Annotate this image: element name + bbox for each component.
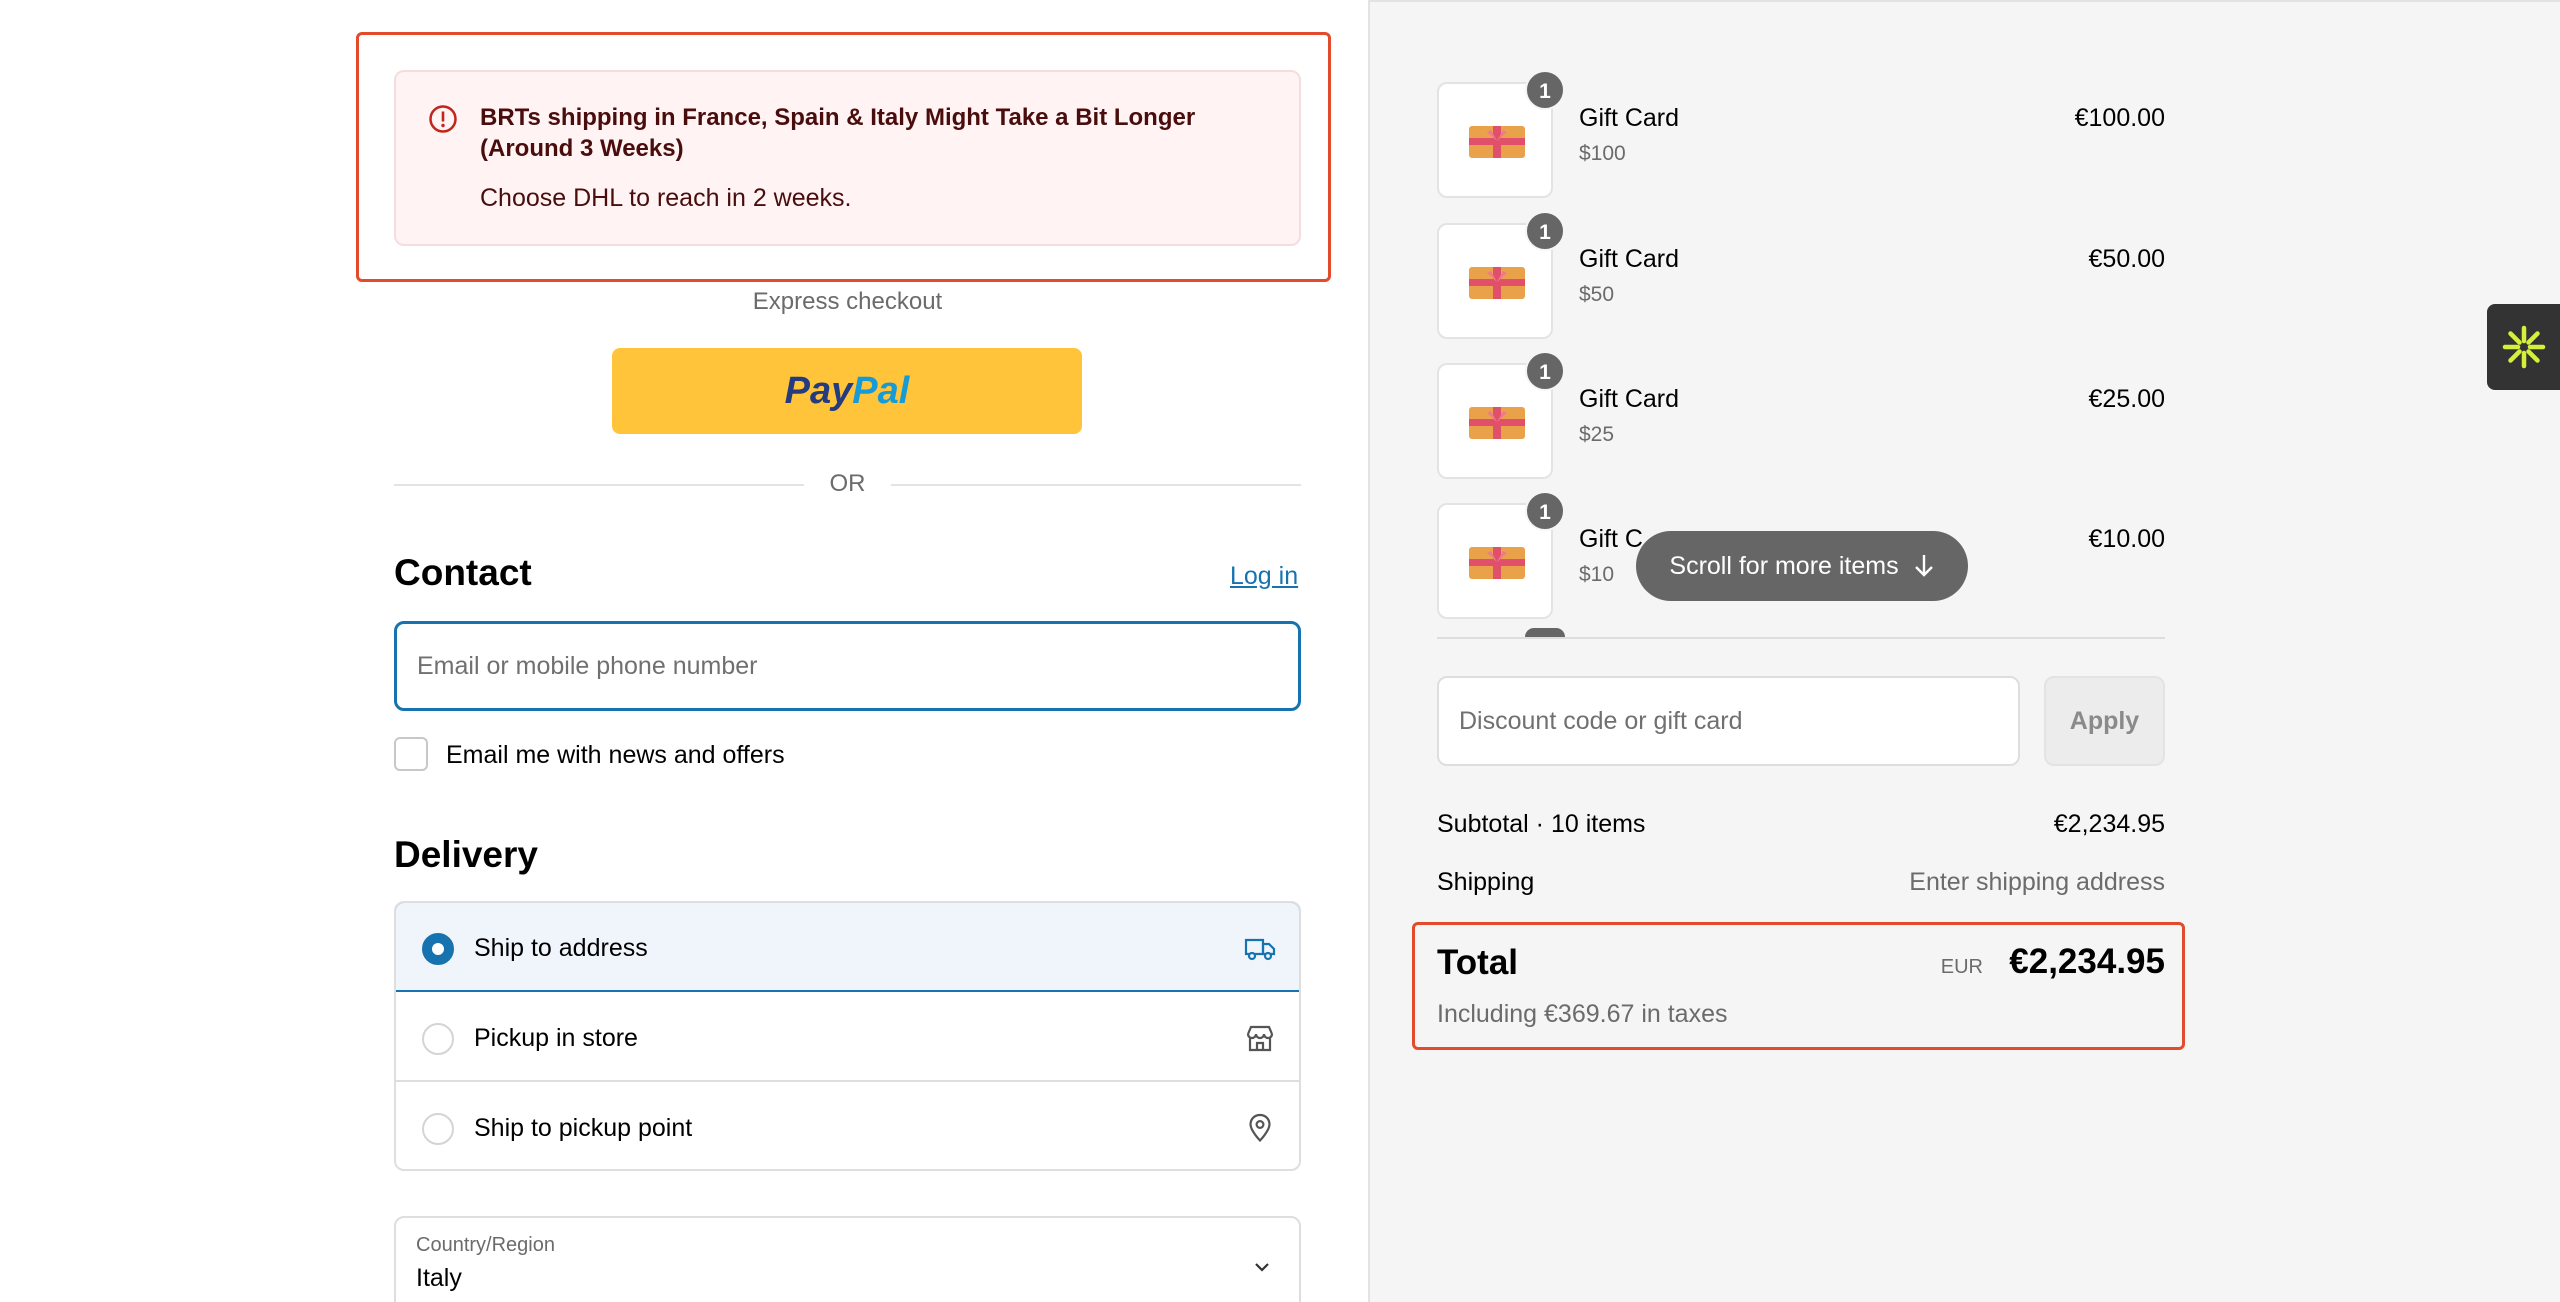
location-pin-icon (1249, 1113, 1271, 1143)
arrow-down-icon (1914, 555, 1933, 577)
or-text: OR (829, 470, 866, 497)
item-price: €10.00 (2088, 525, 2165, 553)
subtotal-label: Subtotal · 10 items (1437, 810, 1646, 838)
delivery-option-pickup-store[interactable]: Pickup in store (396, 993, 1299, 1082)
store-icon (1246, 1025, 1274, 1052)
notice-title: BRTs shipping in France, Spain & Italy M… (480, 104, 1196, 162)
paypal-logo-pay: Pay (784, 369, 853, 412)
alert-circle-icon (429, 105, 457, 133)
checkout-form-panel: BRTs shipping in France, Spain & Italy M… (0, 0, 1368, 1302)
radio-button-selected[interactable] (422, 933, 454, 965)
sparkle-icon (2502, 325, 2545, 369)
delivery-heading: Delivery (394, 834, 538, 875)
country-value: Italy (416, 1264, 462, 1292)
shipping-value: Enter shipping address (1909, 868, 2165, 896)
gift-card-image (1469, 407, 1525, 439)
express-checkout-label: Express checkout (752, 288, 943, 315)
or-divider: OR (394, 470, 1301, 500)
total-value: €2,234.95 (2009, 942, 2165, 981)
cart-item: 1 Gift Card $25 €25.00 (1437, 351, 2165, 481)
radio-button[interactable] (422, 1023, 454, 1055)
delivery-option-label: Ship to pickup point (474, 1114, 693, 1142)
items-divider (1437, 637, 2165, 639)
truck-icon (1244, 938, 1276, 961)
item-name: Gift Card (1579, 385, 1680, 413)
country-select[interactable]: Country/Region Italy (394, 1216, 1301, 1302)
item-variant: $10 (1579, 563, 1615, 586)
delivery-option-label: Ship to address (474, 934, 648, 962)
quantity-badge: 1 (1525, 211, 1565, 251)
tax-note: Including €369.67 in taxes (1437, 1000, 1728, 1028)
scroll-more-button[interactable]: Scroll for more items (1636, 531, 1968, 601)
item-name: Gift Card (1579, 104, 1680, 132)
item-price: €25.00 (2088, 385, 2165, 413)
total-currency: EUR (1940, 956, 1983, 978)
floating-widget-button[interactable] (2487, 304, 2560, 390)
cart-item: 1 Gift Card $50 €50.00 (1437, 211, 2165, 341)
item-variant: $25 (1579, 423, 1615, 446)
radio-button[interactable] (422, 1113, 454, 1145)
total-label: Total (1437, 943, 1519, 982)
item-name: Gift Card (1579, 245, 1680, 273)
gift-card-image (1469, 267, 1525, 299)
quantity-badge: 1 (1525, 491, 1565, 531)
delivery-option-pickup-point[interactable]: Ship to pickup point (396, 1083, 1299, 1169)
item-name: Gift C (1579, 525, 1643, 553)
item-variant: $100 (1579, 142, 1626, 165)
item-variant: $50 (1579, 283, 1615, 306)
gift-card-image (1469, 126, 1525, 158)
newsletter-label: Email me with news and offers (446, 741, 785, 769)
cart-item: 1 Gift Card $100 €100.00 (1437, 70, 2165, 200)
delivery-option-ship-address[interactable]: Ship to address (396, 903, 1299, 992)
newsletter-checkbox[interactable] (394, 737, 428, 771)
login-link[interactable]: Log in (1230, 562, 1298, 591)
scroll-more-label: Scroll for more items (1669, 551, 1899, 580)
apply-discount-button[interactable]: Apply (2044, 676, 2165, 766)
shipping-notice: BRTs shipping in France, Spain & Italy M… (394, 70, 1301, 246)
quantity-badge-partial (1525, 628, 1565, 637)
delivery-option-label: Pickup in store (474, 1024, 638, 1052)
item-price: €50.00 (2088, 245, 2165, 273)
delivery-method-group: Ship to pickup point Pickup in store Shi… (394, 901, 1301, 1171)
gift-card-image (1469, 547, 1525, 579)
notice-body: Choose DHL to reach in 2 weeks. (480, 184, 852, 212)
shipping-label: Shipping (1437, 868, 1535, 896)
email-input[interactable] (394, 621, 1301, 711)
paypal-logo-pal: Pal (852, 369, 910, 412)
country-label: Country/Region (416, 1234, 555, 1256)
discount-code-input[interactable] (1437, 676, 2020, 766)
quantity-badge: 1 (1525, 70, 1565, 110)
chevron-down-icon (1255, 1263, 1269, 1272)
quantity-badge: 1 (1525, 351, 1565, 391)
paypal-button[interactable]: Pay Pal (612, 348, 1082, 434)
contact-heading: Contact (394, 552, 532, 593)
item-price: €100.00 (2074, 104, 2165, 132)
subtotal-value: €2,234.95 (2053, 810, 2165, 838)
